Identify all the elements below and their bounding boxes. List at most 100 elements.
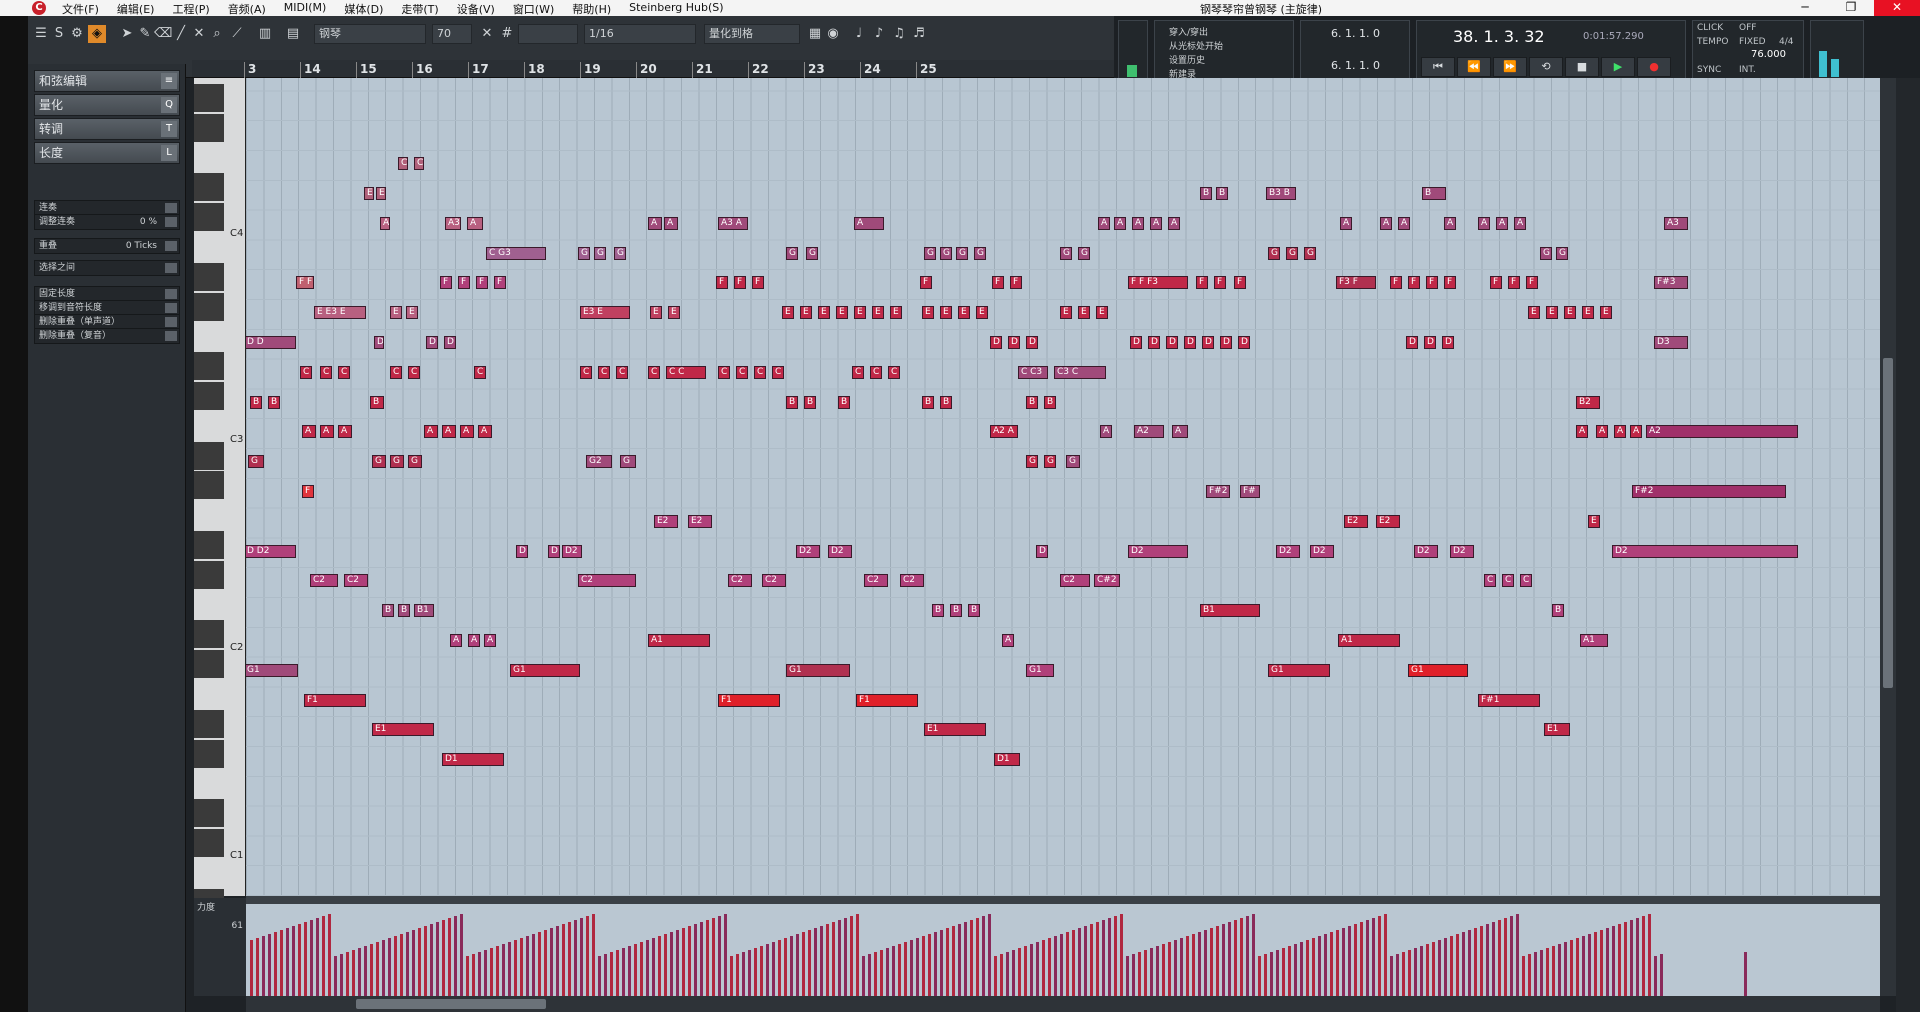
velocity-bar[interactable] — [676, 930, 679, 996]
black-key[interactable] — [194, 310, 224, 321]
black-key[interactable] — [194, 459, 224, 470]
midi-note[interactable]: B — [804, 395, 816, 409]
velocity-bar[interactable] — [346, 952, 349, 996]
midi-note[interactable]: A — [450, 634, 462, 647]
midi-note[interactable]: A — [1172, 425, 1188, 439]
velocity-bar[interactable] — [424, 926, 427, 996]
midi-note[interactable]: C — [616, 365, 628, 379]
velocity-bar[interactable] — [838, 920, 841, 996]
velocity-bar[interactable] — [760, 946, 763, 996]
quantize-select[interactable]: 1/16 — [584, 24, 696, 44]
velocity-bar[interactable] — [1270, 952, 1273, 996]
velocity-bar[interactable] — [988, 914, 991, 996]
velocity-bar[interactable] — [340, 954, 343, 996]
midi-note[interactable]: A — [1630, 425, 1642, 439]
velocity-bar[interactable] — [484, 950, 487, 996]
velocity-bar[interactable] — [1744, 952, 1747, 996]
midi-note[interactable]: F — [734, 276, 746, 290]
controller-divider[interactable] — [246, 896, 1880, 904]
midi-note[interactable]: G — [924, 246, 936, 260]
midi-note[interactable]: E — [1096, 306, 1108, 320]
velocity-bar[interactable] — [256, 938, 259, 996]
midi-note[interactable]: D — [1238, 336, 1250, 349]
midi-note[interactable]: F — [716, 276, 728, 290]
midi-note[interactable]: E — [1060, 306, 1072, 320]
midi-note[interactable]: A — [1100, 425, 1112, 439]
velocity-bar[interactable] — [1042, 940, 1045, 996]
midi-note[interactable]: F — [1234, 276, 1246, 290]
velocity-bar[interactable] — [580, 918, 583, 996]
midi-note[interactable]: A2 A — [990, 425, 1018, 439]
midi-note[interactable]: E — [1546, 306, 1558, 320]
velocity-bar[interactable] — [1540, 950, 1543, 996]
midi-note[interactable]: D — [1166, 336, 1178, 349]
midi-note[interactable]: A — [380, 216, 390, 230]
velocity-bar[interactable] — [328, 914, 331, 996]
velocity-bar[interactable] — [772, 942, 775, 996]
midi-note[interactable]: A — [478, 425, 492, 439]
row-button[interactable] — [165, 217, 177, 227]
velocity-bar[interactable] — [712, 918, 715, 996]
velocity-bar[interactable] — [628, 946, 631, 996]
velocity-bar[interactable] — [1618, 924, 1621, 996]
row-button[interactable] — [165, 263, 177, 273]
midi-note[interactable]: E1 — [924, 723, 986, 737]
velocity-bar[interactable] — [610, 952, 613, 996]
velocity-bar[interactable] — [1504, 918, 1507, 996]
midi-note[interactable]: D1 — [994, 753, 1020, 767]
velocity-bar[interactable] — [274, 932, 277, 996]
midi-note[interactable]: F — [1444, 276, 1456, 290]
velocity-bar[interactable] — [304, 922, 307, 996]
velocity-bar[interactable] — [394, 936, 397, 996]
midi-note[interactable]: G — [248, 455, 264, 469]
midi-note[interactable]: G1 — [1026, 663, 1054, 677]
midi-note[interactable]: E — [890, 306, 902, 320]
velocity-bar[interactable] — [436, 922, 439, 996]
velocity-bar[interactable] — [1234, 920, 1237, 996]
midi-note[interactable]: A — [648, 216, 662, 230]
velocity-bar[interactable] — [442, 920, 445, 996]
velocity-bar[interactable] — [490, 948, 493, 996]
insert-velocity-field[interactable]: 70 — [432, 24, 472, 44]
velocity-bar[interactable] — [1030, 944, 1033, 996]
velocity-bar[interactable] — [724, 914, 727, 996]
midi-note[interactable]: D2 — [1612, 544, 1798, 558]
velocity-bar[interactable] — [970, 920, 973, 996]
midi-note[interactable]: B — [250, 395, 262, 409]
velocity-bar[interactable] — [1360, 922, 1363, 996]
section-key[interactable]: ≡ — [161, 73, 177, 89]
midi-note[interactable]: F#2 — [1632, 485, 1786, 498]
velocity-bar[interactable] — [1288, 946, 1291, 996]
velocity-bar[interactable] — [1294, 944, 1297, 996]
midi-note[interactable]: F3 F — [1336, 276, 1376, 290]
midi-note[interactable]: C — [398, 157, 408, 171]
midi-note[interactable]: A — [424, 425, 438, 439]
velocity-bar[interactable] — [1456, 934, 1459, 996]
velocity-bar[interactable] — [736, 954, 739, 996]
velocity-bar[interactable] — [520, 938, 523, 996]
velocity-bar[interactable] — [1084, 926, 1087, 996]
midi-note[interactable]: F — [476, 276, 488, 290]
midi-note[interactable]: B — [1552, 604, 1564, 618]
midi-note[interactable]: C — [718, 365, 730, 379]
velocity-bar[interactable] — [1366, 920, 1369, 996]
velocity-bar[interactable] — [1660, 954, 1663, 996]
velocity-bar[interactable] — [964, 922, 967, 996]
velocity-bar[interactable] — [586, 916, 589, 996]
midi-note[interactable]: E — [800, 306, 812, 320]
track-selector[interactable]: 钢琴 — [314, 24, 426, 44]
velocity-bar[interactable] — [1276, 950, 1279, 996]
midi-note[interactable]: E — [854, 306, 866, 320]
velocity-bar[interactable] — [640, 942, 643, 996]
velocity-bar[interactable] — [1558, 944, 1561, 996]
velocity-bar[interactable] — [778, 940, 781, 996]
black-key[interactable] — [194, 847, 224, 857]
midi-note[interactable]: G — [1026, 455, 1038, 469]
velocity-bar[interactable] — [682, 928, 685, 996]
midi-note[interactable]: B — [398, 604, 410, 618]
velocity-bar[interactable] — [1624, 922, 1627, 996]
horizontal-scrollbar[interactable] — [246, 996, 1880, 1012]
midi-note[interactable]: C — [414, 157, 424, 171]
midi-note[interactable]: B — [940, 395, 952, 409]
velocity-bar[interactable] — [1336, 930, 1339, 996]
